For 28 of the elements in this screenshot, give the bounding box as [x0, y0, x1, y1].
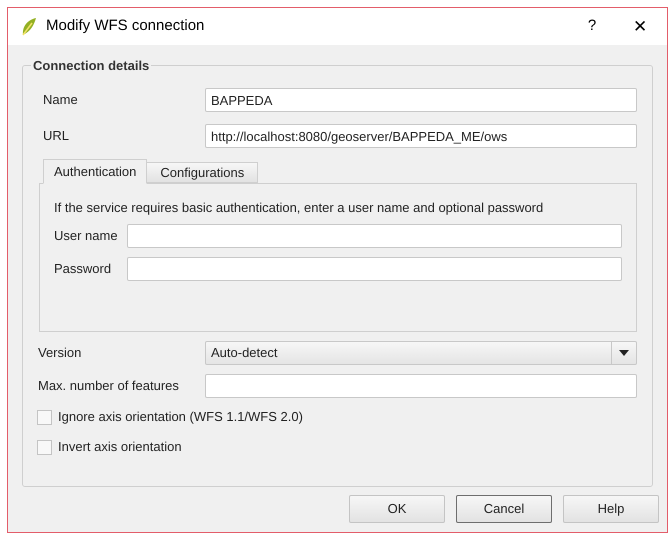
- help-button[interactable]: ?: [577, 15, 607, 38]
- tab[interactable]: Configurations: [146, 162, 258, 183]
- text-field[interactable]: http://localhost:8080/geoserver/BAPPEDA_ME/ows: [205, 124, 637, 148]
- version-dropdown[interactable]: Auto-detect: [205, 341, 637, 365]
- text-field[interactable]: BAPPEDA: [205, 88, 637, 112]
- close-button[interactable]: ✕: [625, 14, 655, 40]
- dialog-button[interactable]: Help: [563, 495, 659, 523]
- caret-icon: [619, 350, 629, 356]
- checkbox[interactable]: [37, 440, 52, 454]
- field-label: URL: [42, 127, 70, 146]
- text-field[interactable]: [127, 224, 622, 248]
- field-label: Password: [54, 260, 112, 278]
- version-label: Version: [38, 344, 82, 362]
- checkbox[interactable]: [37, 410, 52, 424]
- leaf-icon: [20, 16, 38, 36]
- max-features-label: Max. number of features: [38, 377, 180, 396]
- field-label: User name: [54, 226, 119, 245]
- dialog-button[interactable]: Cancel: [456, 495, 552, 523]
- dropdown-value: Auto-detect: [210, 344, 278, 362]
- text-field[interactable]: [127, 256, 622, 280]
- auth-hint: If the service requires basic authentication, enter a user name and optional password: [54, 199, 544, 217]
- checkbox-label: Ignore axis orientation (WFS 1.1/WFS 2.0): [58, 408, 303, 426]
- max-features-field[interactable]: [205, 374, 637, 398]
- dialog-button[interactable]: OK: [349, 495, 445, 523]
- tab[interactable]: Authentication: [43, 159, 148, 184]
- checkbox-label: Invert axis orientation: [58, 438, 182, 456]
- field-label: Name: [42, 91, 79, 110]
- window-title: Modify WFS connection: [46, 16, 204, 36]
